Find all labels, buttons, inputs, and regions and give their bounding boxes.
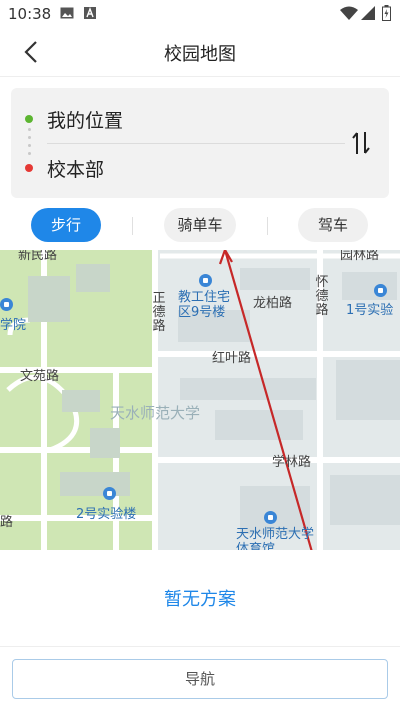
tab-separator [132, 217, 133, 235]
map-label-poi: 天水师范大学体育馆 [236, 527, 315, 550]
no-plan-text: 暂无方案 [164, 589, 236, 610]
poi-marker-icon [0, 298, 13, 311]
status-time: 10:38 [8, 5, 52, 23]
swap-icon[interactable] [349, 128, 373, 158]
map-label-road: 园林路 [340, 250, 380, 263]
navigate-button[interactable]: 导航 [12, 659, 388, 699]
map-label-road: 文苑路 [20, 369, 60, 384]
tab-bike[interactable]: 骑单车 [164, 208, 236, 242]
map-label-road: 新民路 [18, 250, 58, 263]
status-bar: 10:38 [0, 0, 400, 28]
page-title: 校园地图 [164, 44, 236, 65]
wifi-icon [340, 6, 358, 20]
text-icon [84, 7, 96, 19]
battery-icon [382, 5, 391, 21]
poi-marker-icon [103, 487, 116, 500]
poi-marker-icon [199, 274, 212, 287]
map-label-poi: 1号实验 [346, 303, 394, 318]
origin-text: 我的位置 [47, 110, 124, 132]
destination-text: 校本部 [47, 159, 105, 181]
image-icon [60, 7, 74, 19]
travel-mode-tabs: 步行 骑单车 驾车 [0, 205, 400, 245]
bottom-divider [0, 646, 400, 647]
destination-dot-icon [25, 164, 33, 172]
map-label-road: 红叶路 [212, 351, 252, 366]
tab-walk[interactable]: 步行 [31, 208, 101, 242]
map-label-campus: 天水师范大学 [110, 404, 201, 422]
poi-marker-icon [264, 511, 277, 524]
origin-field[interactable]: 我的位置 [11, 95, 341, 143]
header: 校园地图 [0, 28, 400, 77]
destination-field[interactable]: 校本部 [11, 144, 341, 192]
map-label-poi: 学院 [0, 318, 27, 333]
map-label-poi: 教工住宅区9号楼 [178, 290, 231, 320]
map-label-road: 怀德路 [315, 275, 329, 318]
map-label-poi: 2号实验楼 [76, 507, 137, 522]
route-card: 我的位置 校本部 [11, 88, 389, 198]
map-label-road: 正德路 [152, 291, 166, 334]
signal-icon [361, 6, 375, 20]
tab-separator [267, 217, 268, 235]
map-label-road: 路 [0, 515, 14, 530]
map-label-road: 龙柏路 [253, 296, 293, 311]
map-label-road: 学林路 [272, 455, 312, 470]
map-view[interactable]: 新民路 园林路 正德路 教工住宅区9号楼 龙柏路 怀德路 1号实验 学院 红叶路… [0, 250, 400, 550]
poi-marker-icon [374, 284, 387, 297]
origin-dot-icon [25, 115, 33, 123]
tab-drive[interactable]: 驾车 [298, 208, 368, 242]
